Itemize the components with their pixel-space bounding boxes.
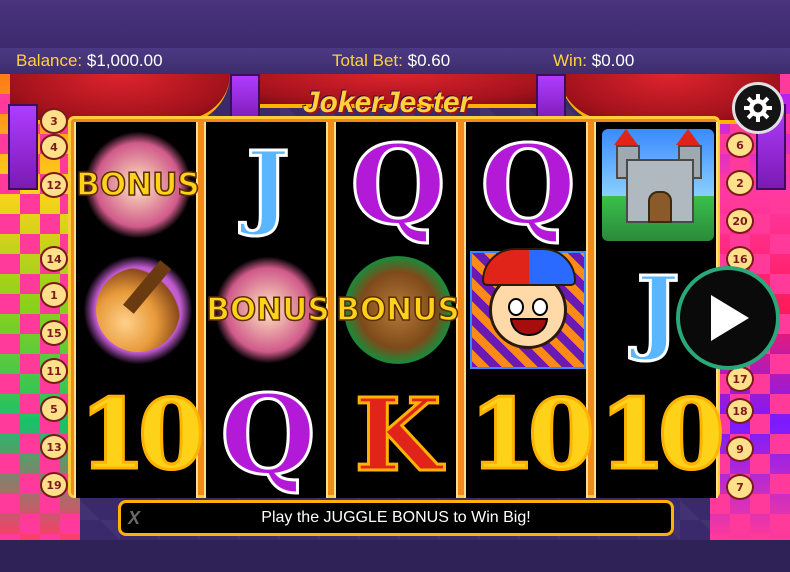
settings-button[interactable] [732,82,784,134]
lute-art [83,254,193,365]
payline-badge[interactable]: 4 [40,134,68,160]
total-bet-label: Total Bet: [332,51,403,70]
bonus-basket-art: BONUS [206,255,330,364]
symbol-bonus-eggs: BONUS [206,247,330,372]
symbol-j-label: J [245,129,291,240]
symbol-queen: Q [466,119,590,251]
total-bet-value: $0.60 [407,51,451,70]
bonus-basket-art: BONUS [76,130,200,239]
symbol-10-label: 10 [468,377,597,493]
reel-1: BONUS 10 [74,122,207,498]
symbol-10-label: 10 [598,377,727,493]
symbol-queen: Q [336,119,460,251]
payline-badge[interactable]: 12 [40,172,68,198]
symbol-king: K [336,372,460,497]
lute-icon [96,259,180,352]
symbol-j-label: J [635,254,681,365]
total-bet-display: Total Bet: $0.60 [332,51,450,71]
symbol-bonus-barrel: BONUS [336,247,460,372]
balance-label: Balance: [16,51,83,70]
symbol-jack: J [206,122,330,247]
payline-badge[interactable]: 14 [40,246,68,272]
background-bottom [0,540,790,572]
symbol-ten: 10 [596,372,727,497]
symbol-10-label: 10 [78,377,207,493]
symbol-ten: 10 [466,372,597,497]
win-display: Win: $0.00 [553,51,634,71]
symbol-q-label: Q [219,369,318,501]
payline-badge[interactable]: 9 [726,436,754,462]
symbol-castle [596,122,720,247]
win-label: Win: [553,51,587,70]
win-value: $0.00 [591,51,635,70]
payline-badge[interactable]: 1 [40,282,68,308]
message-bar: Play the JUGGLE BONUS to Win Big! [118,500,674,536]
payline-badge[interactable]: 15 [40,320,68,346]
spin-button[interactable] [676,266,780,370]
x-icon[interactable]: X [128,508,140,529]
background-top [0,0,790,50]
payline-badge[interactable]: 20 [726,208,754,234]
info-bar: Balance: $1,000.00 Total Bet: $0.60 Win:… [0,48,790,76]
bonus-label: BONUS [206,291,331,329]
symbol-bonus-eggs: BONUS [76,122,200,247]
payline-badge[interactable]: 13 [40,434,68,460]
payline-badge[interactable]: 6 [726,132,754,158]
symbol-lute [76,247,200,372]
payline-badge[interactable]: 11 [40,358,68,384]
jester-face-icon [482,247,576,349]
gear-icon [744,94,772,122]
bonus-barrel-art: BONUS [336,255,460,364]
play-icon [711,295,749,341]
payline-badge[interactable]: 19 [40,472,68,498]
payline-badge[interactable]: 7 [726,474,754,500]
banner-left [8,104,38,190]
balance-display: Balance: $1,000.00 [16,51,163,71]
symbol-ten: 10 [76,372,207,497]
payline-badge[interactable]: 3 [40,108,68,134]
symbol-q-label: Q [349,119,448,251]
payline-badge[interactable]: 18 [726,398,754,424]
bonus-label: BONUS [336,291,461,329]
symbol-k-label: K [353,374,443,495]
payline-badge[interactable]: 2 [726,170,754,196]
message-text: Play the JUGGLE BONUS to Win Big! [261,509,531,526]
castle-icon [602,128,714,241]
payline-badge[interactable]: 5 [40,396,68,422]
jester-art [470,247,586,369]
reel-4: Q 10 [464,119,597,498]
balance-value: $1,000.00 [86,51,163,70]
bonus-label: BONUS [76,166,201,204]
symbol-queen: Q [206,369,330,501]
reel-2: J BONUS Q [204,122,330,501]
symbol-jester [466,247,590,372]
reel-3: Q BONUS K [334,119,460,498]
symbol-q-label: Q [479,119,578,251]
